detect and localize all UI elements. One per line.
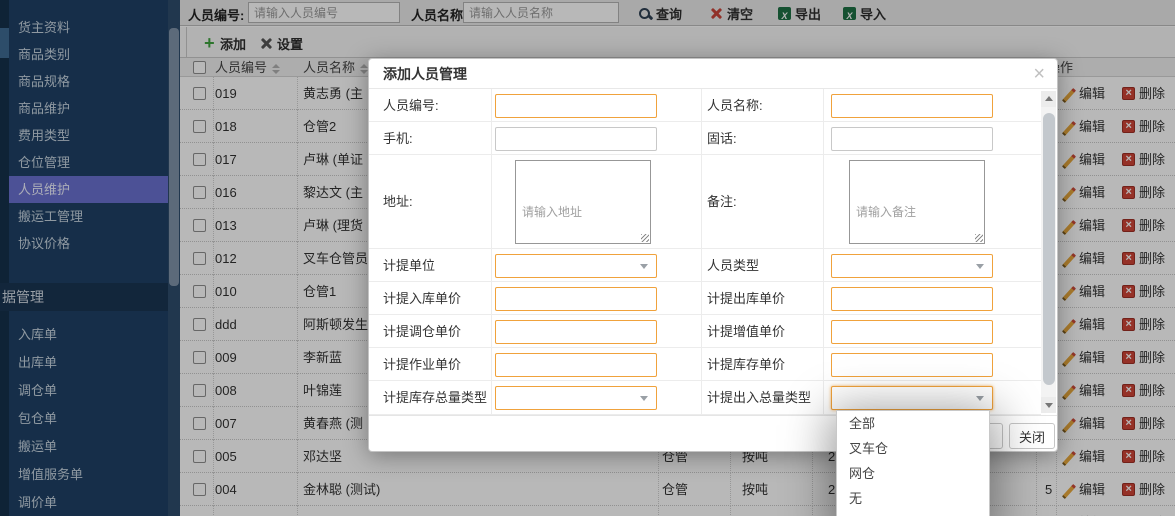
modal-scrollbar-thumb[interactable] (1043, 113, 1055, 385)
input-field[interactable] (831, 127, 993, 151)
select-field[interactable] (495, 386, 657, 410)
field-label: 计提单位 (383, 249, 435, 282)
scroll-up-icon[interactable] (1041, 91, 1056, 107)
field-label: 计提增值单价 (707, 315, 785, 348)
modal-form-row: 地址: 备注: 请输入地址 请输入备注 (369, 155, 1041, 249)
select-field[interactable] (831, 254, 993, 278)
input-field[interactable] (495, 353, 657, 377)
modal-form-row: 手机: 固话: (369, 122, 1041, 155)
field-label: 计提出库单价 (707, 282, 785, 315)
input-field[interactable] (831, 320, 993, 344)
field-label: 计提调仓单价 (383, 315, 461, 348)
chevron-down-icon (640, 264, 648, 269)
field-label: 人员类型 (707, 249, 759, 282)
textarea-placeholder: 请输入备注 (856, 165, 916, 259)
field-label: 地址: (383, 155, 413, 249)
input-field[interactable] (831, 287, 993, 311)
close-icon[interactable]: × (1033, 61, 1045, 87)
textarea-placeholder: 请输入地址 (522, 165, 582, 259)
modal-header: 添加人员管理 × (369, 59, 1057, 89)
modal-form-row: 计提单位 人员类型 (369, 249, 1041, 282)
field-label: 计提作业单价 (383, 348, 461, 381)
field-label: 计提库存总量类型 (383, 381, 487, 415)
field-label: 计提入库单价 (383, 282, 461, 315)
chevron-down-icon (640, 396, 648, 401)
select-field[interactable] (831, 386, 993, 410)
dropdown-options-list: 全部叉车仓网仓无 (836, 410, 990, 516)
field-label: 手机: (383, 122, 413, 155)
scroll-down-icon[interactable] (1041, 397, 1056, 413)
field-label: 计提出入总量类型 (707, 381, 811, 415)
field-label: 备注: (707, 155, 737, 249)
modal-scrollbar[interactable] (1041, 91, 1056, 413)
chevron-down-icon (976, 396, 984, 401)
dropdown-option[interactable]: 全部 (837, 411, 989, 436)
field-label: 固话: (707, 122, 737, 155)
input-field[interactable] (831, 94, 993, 118)
screen: 货主资料商品类别商品规格商品维护费用类型仓位管理人员维护搬运工管理协议价格据管理… (0, 0, 1175, 516)
modal-form-row: 计提调仓单价 计提增值单价 (369, 315, 1041, 348)
input-field[interactable] (495, 127, 657, 151)
add-personnel-modal: 添加人员管理 × 人员编号: 人员名称: 手机: 固话: 地址: 备注: 请输入地址 请输入备… (368, 58, 1058, 452)
textarea-field[interactable]: 请输入备注 (849, 160, 985, 244)
dropdown-option[interactable]: 无 (837, 486, 989, 511)
input-field[interactable] (495, 320, 657, 344)
field-label: 人员编号: (383, 89, 439, 122)
dropdown-option[interactable]: 叉车仓 (837, 436, 989, 461)
modal-title: 添加人员管理 (383, 59, 467, 89)
modal-form-row: 人员编号: 人员名称: (369, 89, 1041, 122)
modal-body: 人员编号: 人员名称: 手机: 固话: 地址: 备注: 请输入地址 请输入备注计提单位 人员类型… (369, 89, 1057, 415)
field-label: 计提库存单价 (707, 348, 785, 381)
input-field[interactable] (831, 353, 993, 377)
select-field[interactable] (495, 254, 657, 278)
modal-form-row: 计提入库单价 计提出库单价 (369, 282, 1041, 315)
input-field[interactable] (495, 287, 657, 311)
dropdown-option[interactable]: 网仓 (837, 461, 989, 486)
textarea-field[interactable]: 请输入地址 (515, 160, 651, 244)
field-label: 人员名称: (707, 89, 763, 122)
modal-close-button[interactable]: 关闭 (1009, 423, 1055, 449)
input-field[interactable] (495, 94, 657, 118)
chevron-down-icon (976, 264, 984, 269)
modal-form-row: 计提作业单价 计提库存单价 (369, 348, 1041, 381)
